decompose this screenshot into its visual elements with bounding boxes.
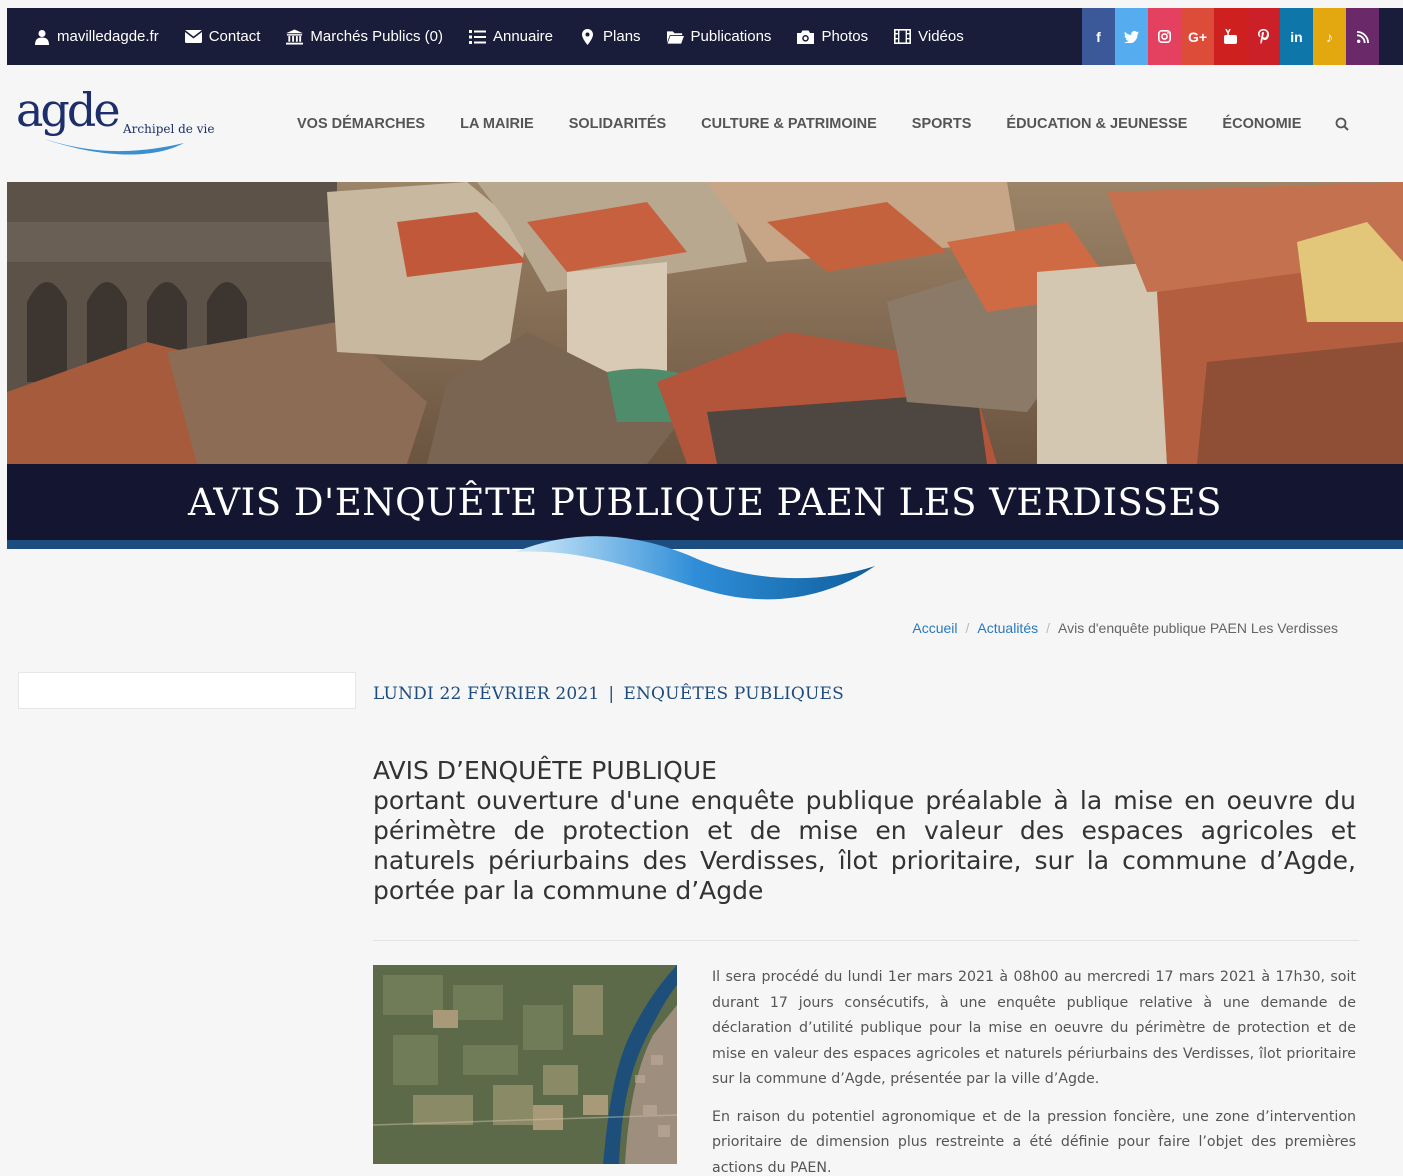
map-pin-icon — [579, 28, 596, 45]
nav-item-demarches[interactable]: VOS DÉMARCHES — [297, 116, 425, 132]
site-header: agde Archipel de vie VOS DÉMARCHES LA MA… — [7, 65, 1403, 182]
user-icon — [33, 28, 50, 45]
top-link-site[interactable]: mavilledagde.fr — [33, 28, 159, 45]
top-link-marches[interactable]: Marchés Publics (0) — [286, 28, 443, 45]
nav-item-solidarites[interactable]: SOLIDARITÉS — [569, 116, 666, 132]
top-link-publications[interactable]: Publications — [666, 28, 772, 45]
rss-icon[interactable] — [1346, 8, 1379, 65]
top-links: mavilledagde.fr Contact Marchés Publics … — [7, 8, 964, 65]
linkedin-icon[interactable]: in — [1280, 8, 1313, 65]
breadcrumb: Accueil / Actualités / Avis d'enquête publiq… — [912, 620, 1338, 636]
wave-icon — [515, 536, 875, 600]
social-links: f G+ in ♪ — [1082, 8, 1379, 65]
top-link-annuaire[interactable]: Annuaire — [468, 28, 554, 45]
twitter-icon[interactable] — [1115, 8, 1148, 65]
institution-icon — [286, 28, 304, 45]
top-link-videos[interactable]: Vidéos — [894, 28, 964, 45]
camera-icon — [797, 28, 815, 45]
nav-item-sports[interactable]: SPORTS — [912, 116, 972, 132]
nav-item-economie[interactable]: ÉCONOMIE — [1222, 116, 1301, 132]
article-meta: LUNDI 22 FÉVRIER 2021 | ENQUÊTES PUBLIQUES — [373, 684, 844, 704]
google-plus-icon[interactable]: G+ — [1181, 8, 1214, 65]
top-link-plans[interactable]: Plans — [579, 28, 641, 45]
hero-town-photo — [7, 182, 1403, 464]
breadcrumb-section[interactable]: Actualités — [977, 620, 1038, 636]
article-paragraph: Il sera procédé du lundi 1er mars 2021 à… — [712, 969, 1356, 1087]
article-paragraph: En raison du potentiel agronomique et de… — [712, 1108, 1356, 1176]
folder-icon — [666, 28, 684, 45]
list-icon — [468, 28, 486, 45]
nav-item-education[interactable]: ÉDUCATION & JEUNESSE — [1006, 116, 1187, 132]
site-logo[interactable]: agde Archipel de vie — [16, 83, 216, 155]
top-link-label: Photos — [821, 28, 869, 45]
article-map-image[interactable] — [373, 965, 677, 1164]
top-link-label: Marchés Publics (0) — [310, 28, 443, 45]
breadcrumb-current: Avis d'enquête publique PAEN Les Verdiss… — [1058, 620, 1338, 636]
article-category[interactable]: ENQUÊTES PUBLIQUES — [623, 684, 844, 704]
pinterest-icon[interactable] — [1247, 8, 1280, 65]
nav-item-mairie[interactable]: LA MAIRIE — [460, 116, 534, 132]
page-title-bar: AVIS D'ENQUÊTE PUBLIQUE PAEN LES VERDISS… — [7, 464, 1403, 540]
meta-separator: | — [608, 684, 615, 704]
top-link-contact[interactable]: Contact — [184, 28, 261, 45]
page-title: AVIS D'ENQUÊTE PUBLIQUE PAEN LES VERDISS… — [188, 480, 1222, 524]
main-nav: VOS DÉMARCHES LA MAIRIE SOLIDARITÉS CULT… — [297, 65, 1350, 182]
youtube-icon[interactable] — [1214, 8, 1247, 65]
aerial-map-photo — [373, 965, 677, 1164]
hero-image — [7, 182, 1403, 464]
film-icon — [894, 28, 912, 45]
top-bar: mavilledagde.fr Contact Marchés Publics … — [7, 8, 1403, 65]
envelope-icon — [184, 28, 202, 45]
breadcrumb-separator: / — [965, 620, 970, 636]
top-link-label: Contact — [208, 28, 261, 45]
article-title-main: AVIS D’ENQUÊTE PUBLIQUE — [373, 756, 717, 785]
logo-wave-icon — [44, 139, 184, 155]
top-link-label: Plans — [603, 28, 641, 45]
top-link-photos[interactable]: Photos — [797, 28, 868, 45]
article-date: LUNDI 22 FÉVRIER 2021 — [373, 684, 600, 704]
logo-word: agde — [16, 83, 121, 137]
breadcrumb-separator: / — [1046, 620, 1050, 636]
search-icon[interactable] — [1335, 117, 1350, 131]
article-body: Il sera procédé du lundi 1er mars 2021 à… — [712, 965, 1356, 1176]
breadcrumb-home[interactable]: Accueil — [912, 620, 957, 636]
top-link-label: Annuaire — [492, 28, 554, 45]
nav-item-culture[interactable]: CULTURE & PATRIMOINE — [701, 116, 877, 132]
article-title-subtitle: portant ouverture d'une enquête publique… — [373, 786, 1356, 905]
article-divider — [373, 940, 1359, 941]
top-link-label: Publications — [690, 28, 772, 45]
instagram-icon[interactable] — [1148, 8, 1181, 65]
top-link-label: Vidéos — [918, 28, 964, 45]
facebook-icon[interactable]: f — [1082, 8, 1115, 65]
tiktok-icon[interactable]: ♪ — [1313, 8, 1346, 65]
sidebar-box — [18, 672, 356, 709]
top-link-label: mavilledagde.fr — [57, 28, 159, 45]
article-title: AVIS D’ENQUÊTE PUBLIQUE portant ouvertur… — [373, 756, 1356, 906]
